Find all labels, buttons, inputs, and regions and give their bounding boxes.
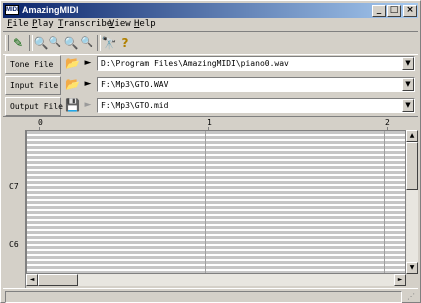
find-icon[interactable]: 🔭 bbox=[101, 35, 117, 51]
main-window: MIDI AmazingMIDI _ □ × File Play Transcr… bbox=[0, 0, 421, 303]
scroll-up-button[interactable]: ▲ bbox=[406, 130, 418, 142]
ruler-label: 0 bbox=[38, 118, 43, 127]
input-file-row: Input File 📂 ► F:\Mp3\GTO.WAV ▼ bbox=[3, 75, 418, 95]
menu-view[interactable]: View bbox=[109, 18, 131, 30]
key-label-c7: C7 bbox=[9, 182, 19, 191]
horizontal-scrollbar[interactable]: ◄ ► bbox=[26, 274, 406, 286]
chevron-down-icon[interactable]: ▼ bbox=[402, 99, 414, 112]
tone-file-label: Tone File bbox=[5, 55, 61, 74]
scroll-right-button[interactable]: ► bbox=[394, 274, 406, 286]
tone-file-row: Tone File 📂 ► D:\Program Files\AmazingMI… bbox=[3, 54, 418, 74]
key-label-c6: C6 bbox=[9, 240, 19, 249]
vertical-scrollbar[interactable]: ▲ ▼ bbox=[406, 130, 418, 274]
toolbar: ✎ 🔍 🔍 🔍 🔍 🔭 ? bbox=[3, 31, 418, 55]
zoom-vertical-icon[interactable]: 🔍 bbox=[63, 35, 79, 51]
ruler-label: 1 bbox=[207, 118, 212, 127]
scroll-down-button[interactable]: ▼ bbox=[406, 262, 418, 274]
resize-grip-icon[interactable]: ⋰ bbox=[406, 292, 416, 302]
beat-line bbox=[384, 131, 385, 273]
output-file-combo[interactable]: F:\Mp3\GTO.mid ▼ bbox=[97, 98, 415, 113]
zoom-out-icon[interactable]: 🔍 bbox=[47, 35, 63, 51]
output-file-row: Output File 💾 ► F:\Mp3\GTO.mid ▼ bbox=[3, 96, 418, 116]
status-panel bbox=[5, 291, 402, 303]
play-input-button[interactable]: ► bbox=[82, 77, 94, 91]
help-icon[interactable]: ? bbox=[117, 35, 133, 51]
toolbar-grip[interactable] bbox=[5, 35, 9, 51]
save-icon[interactable]: 💾 bbox=[65, 98, 80, 112]
maximize-button[interactable]: □ bbox=[387, 5, 401, 17]
zoom-reset-icon[interactable]: 🔍 bbox=[79, 35, 95, 51]
status-bar: ⋰ bbox=[3, 288, 418, 303]
close-button[interactable]: × bbox=[403, 5, 417, 17]
chevron-down-icon[interactable]: ▼ bbox=[402, 57, 414, 70]
menu-transcribe[interactable]: Transcribe bbox=[58, 18, 112, 30]
vertical-scroll-thumb[interactable] bbox=[406, 142, 418, 190]
menu-help[interactable]: Help bbox=[134, 18, 156, 30]
minimize-button[interactable]: _ bbox=[372, 5, 386, 17]
scroll-left-button[interactable]: ◄ bbox=[26, 274, 38, 286]
ruler-label: 2 bbox=[385, 118, 390, 127]
scrollbar-corner bbox=[406, 274, 418, 286]
input-file-label: Input File bbox=[5, 76, 61, 95]
piano-keys: C7 C6 bbox=[3, 130, 26, 288]
play-tone-button[interactable]: ► bbox=[82, 56, 94, 70]
input-file-combo[interactable]: F:\Mp3\GTO.WAV ▼ bbox=[97, 77, 415, 92]
open-folder-icon[interactable]: 📂 bbox=[65, 77, 80, 91]
app-icon: MIDI bbox=[5, 5, 19, 15]
open-folder-icon[interactable]: 📂 bbox=[65, 56, 80, 70]
beat-line bbox=[205, 131, 206, 273]
tone-file-combo[interactable]: D:\Program Files\AmazingMIDI\piano0.wav … bbox=[97, 56, 415, 71]
output-file-value: F:\Mp3\GTO.mid bbox=[101, 101, 169, 110]
time-ruler: 0 1 2 bbox=[3, 116, 418, 131]
output-file-label: Output File bbox=[5, 97, 63, 116]
tone-file-value: D:\Program Files\AmazingMIDI\piano0.wav bbox=[101, 59, 289, 68]
menu-file[interactable]: File bbox=[7, 18, 29, 30]
piano-roll[interactable] bbox=[26, 130, 406, 274]
chevron-down-icon[interactable]: ▼ bbox=[402, 78, 414, 91]
window-title: AmazingMIDI bbox=[22, 5, 79, 15]
input-file-value: F:\Mp3\GTO.WAV bbox=[101, 80, 169, 89]
transcribe-icon[interactable]: ✎ bbox=[10, 35, 26, 51]
title-bar[interactable]: MIDI AmazingMIDI _ □ × bbox=[3, 3, 418, 18]
play-output-button[interactable]: ► bbox=[82, 98, 94, 112]
menu-bar: File Play Transcribe View Help bbox=[3, 18, 418, 30]
menu-play[interactable]: Play bbox=[32, 18, 54, 30]
horizontal-scroll-thumb[interactable] bbox=[38, 274, 78, 286]
